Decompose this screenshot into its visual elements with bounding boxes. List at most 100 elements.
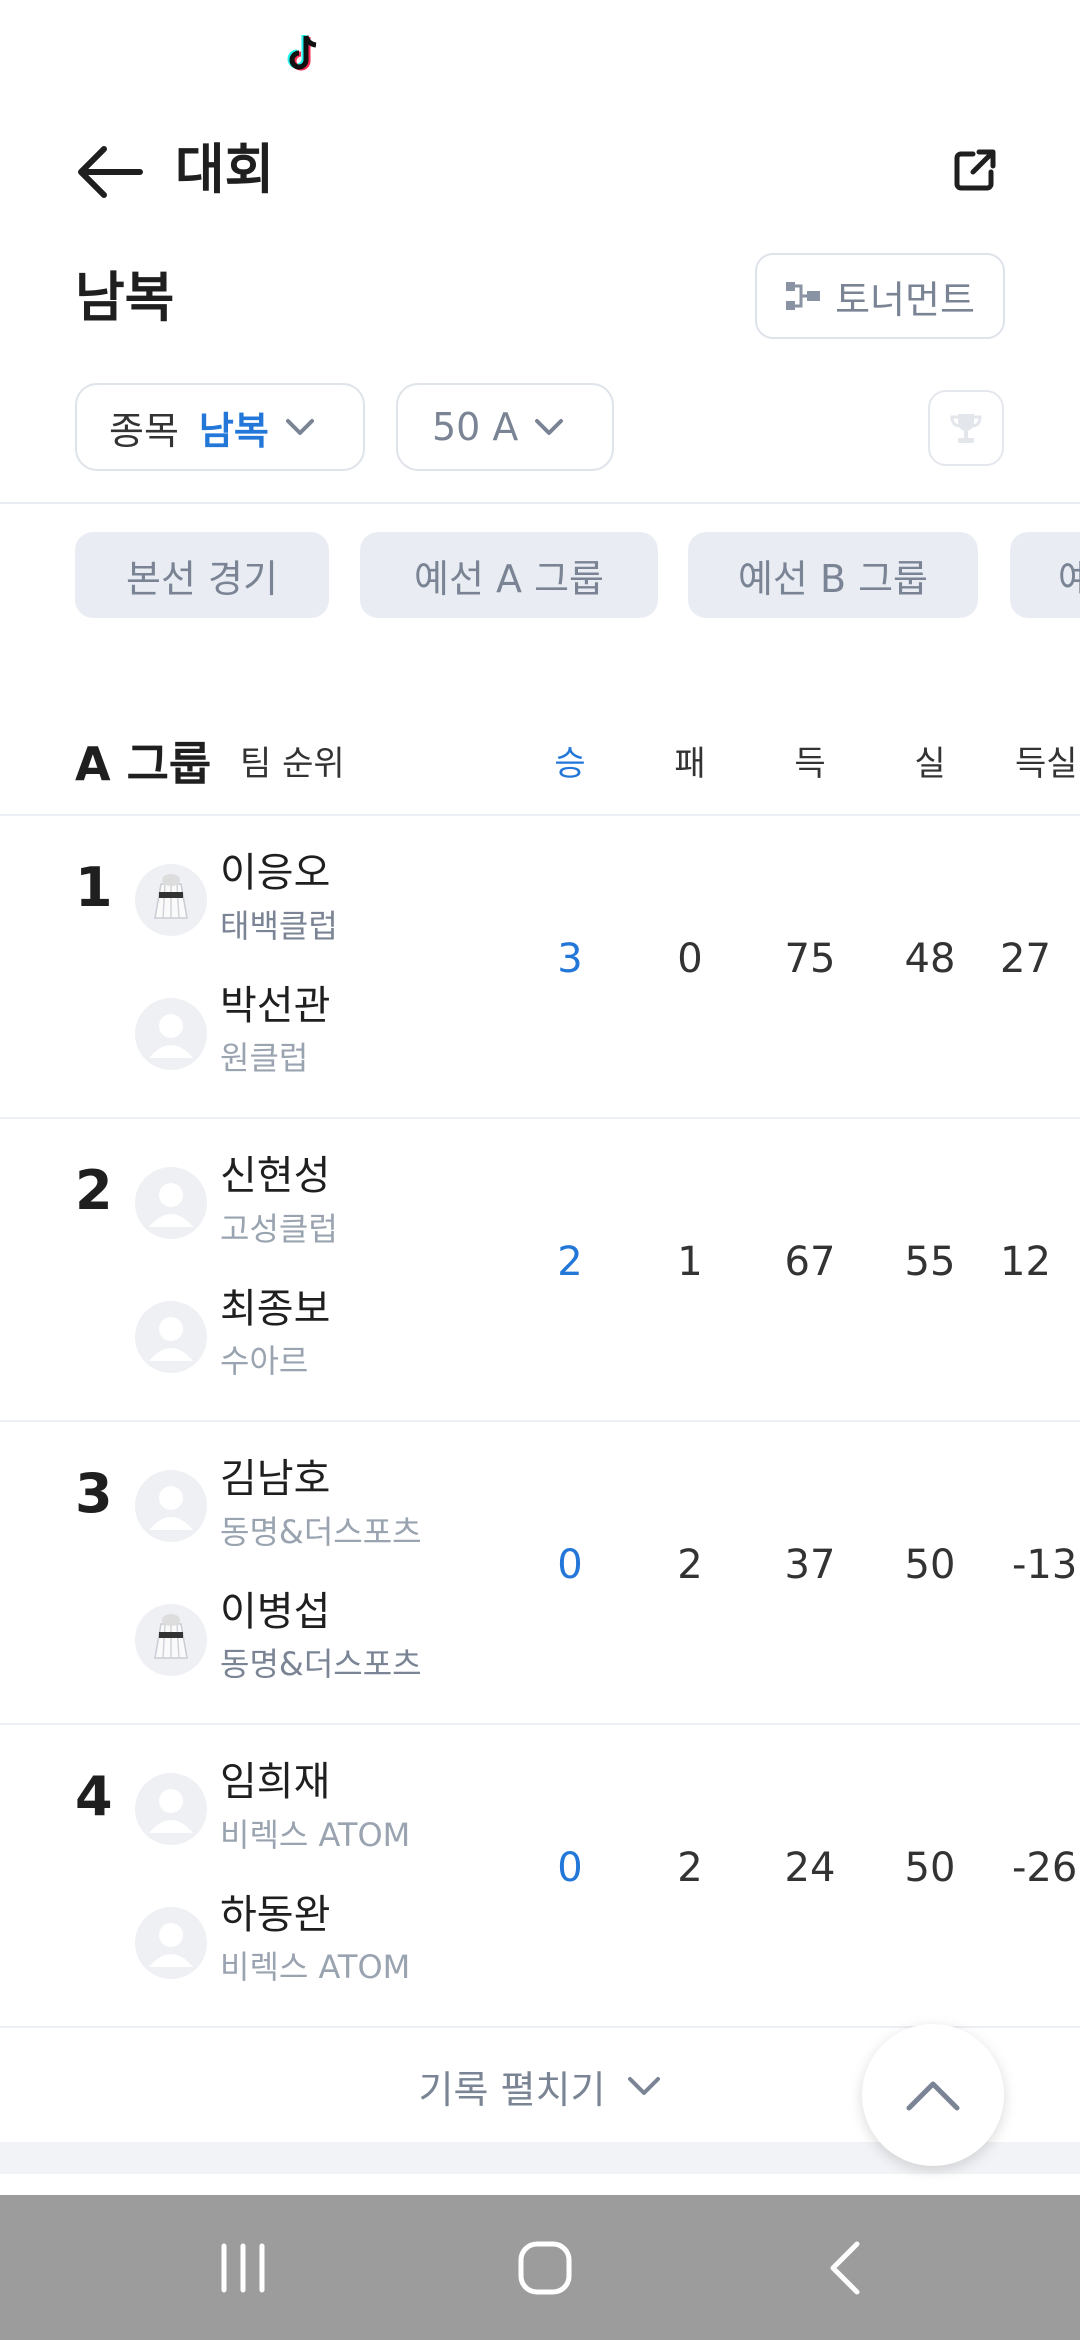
event-filter-key: 종목 bbox=[109, 408, 179, 453]
person-icon bbox=[135, 1773, 207, 1845]
column-header-points-for: 득 bbox=[794, 744, 826, 784]
stage-chip-label: 본선 경기 bbox=[126, 556, 278, 601]
stat-point-diff: 27 bbox=[1000, 936, 1051, 982]
tournament-button[interactable]: 토너먼트 bbox=[755, 253, 1005, 339]
player-name: 김남호 bbox=[220, 1456, 331, 1502]
stat-loss: 2 bbox=[677, 1542, 703, 1588]
back-nav-icon bbox=[830, 2241, 860, 2295]
person-icon bbox=[135, 998, 207, 1070]
stat-points-against: 55 bbox=[904, 1239, 956, 1285]
player-name: 신현성 bbox=[220, 1153, 331, 1199]
stat-points-against: 50 bbox=[904, 1542, 956, 1588]
back-button[interactable] bbox=[70, 132, 150, 212]
team-rank: 2 bbox=[75, 1159, 113, 1222]
stat-loss: 0 bbox=[677, 936, 703, 982]
stat-loss: 1 bbox=[677, 1239, 703, 1285]
recent-apps-icon bbox=[221, 2243, 265, 2293]
home-button[interactable] bbox=[500, 2233, 590, 2303]
person-icon bbox=[135, 1167, 207, 1239]
chevron-up-icon bbox=[906, 2081, 960, 2111]
event-filter-select[interactable]: 종목 남복 bbox=[75, 383, 365, 471]
stat-points-for: 75 bbox=[784, 936, 836, 982]
table-row[interactable]: 2 신현성 고성클럽 최종보 수아르 2 1 67 55 12 bbox=[0, 1119, 1080, 1419]
stat-points-for: 67 bbox=[784, 1239, 836, 1285]
bracket-icon bbox=[786, 282, 821, 310]
player-name: 박선관 bbox=[220, 983, 331, 1029]
chevron-down-icon bbox=[285, 419, 314, 435]
stat-point-diff: -13 bbox=[1012, 1542, 1078, 1588]
grade-filter-select[interactable]: 50 A bbox=[396, 383, 614, 471]
player-club: 동명&더스포츠 bbox=[220, 1513, 422, 1551]
person-icon bbox=[135, 1907, 207, 1979]
stat-points-for: 24 bbox=[784, 1845, 836, 1891]
stat-points-against: 50 bbox=[904, 1845, 956, 1891]
expand-records-label: 기록 펼치기 bbox=[418, 2067, 606, 2112]
grade-filter-value: 50 A bbox=[432, 405, 519, 449]
table-row[interactable]: 3 김남호 동명&더스포츠 이병섭 동명&더스포츠 0 2 37 50 -13 bbox=[0, 1422, 1080, 1722]
stat-loss: 2 bbox=[677, 1845, 703, 1891]
table-row[interactable]: 1 이응오 태백클럽 박선관 원클럽 3 0 75 48 27 bbox=[0, 816, 1080, 1116]
home-icon bbox=[518, 2241, 572, 2295]
person-icon bbox=[135, 1470, 207, 1542]
player-club: 비렉스 ATOM bbox=[220, 1816, 411, 1854]
stat-win: 2 bbox=[557, 1239, 583, 1285]
stat-point-diff: -26 bbox=[1012, 1845, 1078, 1891]
rank-label: 팀 순위 bbox=[240, 744, 345, 784]
recent-apps-button[interactable] bbox=[198, 2233, 288, 2303]
player-name: 최종보 bbox=[220, 1286, 331, 1332]
stat-points-for: 37 bbox=[784, 1542, 836, 1588]
player-club: 원클럽 bbox=[220, 1039, 309, 1077]
stat-points-against: 48 bbox=[904, 936, 956, 982]
player-name: 하동완 bbox=[220, 1892, 331, 1938]
app-header: 대회 bbox=[0, 110, 1080, 220]
trophy-icon bbox=[950, 414, 982, 443]
player-name: 이응오 bbox=[220, 850, 331, 896]
arrow-left-icon bbox=[78, 146, 143, 198]
external-link-icon bbox=[954, 149, 996, 191]
team-rank: 3 bbox=[75, 1462, 113, 1525]
player-club: 고성클럽 bbox=[220, 1210, 338, 1248]
chevron-down-icon bbox=[535, 419, 564, 435]
page-title: 대회 bbox=[175, 138, 275, 201]
stat-point-diff: 12 bbox=[1000, 1239, 1051, 1285]
player-name: 임희재 bbox=[220, 1759, 331, 1805]
back-nav-button[interactable] bbox=[800, 2233, 890, 2303]
player-club: 수아르 bbox=[220, 1342, 309, 1380]
stat-win: 3 bbox=[557, 936, 583, 982]
team-rank: 4 bbox=[75, 1765, 113, 1828]
team-rank: 1 bbox=[75, 856, 113, 919]
column-header-point-diff: 득실 bbox=[1015, 744, 1078, 784]
event-filter-value: 남복 bbox=[198, 408, 269, 453]
system-nav-bar bbox=[0, 2195, 1080, 2340]
player-club: 동명&더스포츠 bbox=[220, 1645, 422, 1683]
table-row[interactable]: 4 임희재 비렉스 ATOM 하동완 비렉스 ATOM 0 2 24 50 -2… bbox=[0, 1725, 1080, 2025]
stat-win: 0 bbox=[557, 1845, 583, 1891]
trophy-button[interactable] bbox=[928, 390, 1004, 466]
player-club: 태백클럽 bbox=[220, 907, 338, 945]
column-header-points-against: 실 bbox=[914, 744, 946, 784]
standings-header: A 그룹 팀 순위 승 패 득 실 득실 bbox=[0, 710, 1080, 814]
stage-chip-label: 예선 B 그룹 bbox=[737, 556, 929, 601]
stage-chip[interactable]: 예선 B 그룹 bbox=[688, 532, 978, 618]
shuttlecock-icon bbox=[135, 1604, 207, 1676]
scroll-to-top-button[interactable] bbox=[862, 2024, 1004, 2166]
stat-win: 0 bbox=[557, 1542, 583, 1588]
tiktok-icon bbox=[287, 35, 317, 71]
divider bbox=[0, 502, 1080, 504]
column-header-loss: 패 bbox=[674, 744, 706, 784]
stage-chip[interactable]: 예 bbox=[1010, 532, 1080, 618]
column-header-win: 승 bbox=[554, 744, 586, 784]
event-title: 남복 bbox=[75, 266, 175, 329]
group-name: A 그룹 bbox=[75, 737, 212, 791]
stage-chip-label: 예 bbox=[1058, 556, 1080, 601]
person-icon bbox=[135, 1301, 207, 1373]
tournament-label: 토너먼트 bbox=[835, 277, 975, 322]
stage-chip-label: 예선 A 그룹 bbox=[414, 556, 604, 601]
shuttlecock-icon bbox=[135, 864, 207, 936]
chevron-down-icon bbox=[628, 2077, 661, 2095]
stage-chip[interactable]: 예선 A 그룹 bbox=[360, 532, 658, 618]
stage-chip[interactable]: 본선 경기 bbox=[75, 532, 329, 618]
player-name: 이병섭 bbox=[220, 1589, 331, 1635]
share-button[interactable] bbox=[940, 135, 1010, 205]
status-bar bbox=[0, 0, 1080, 110]
